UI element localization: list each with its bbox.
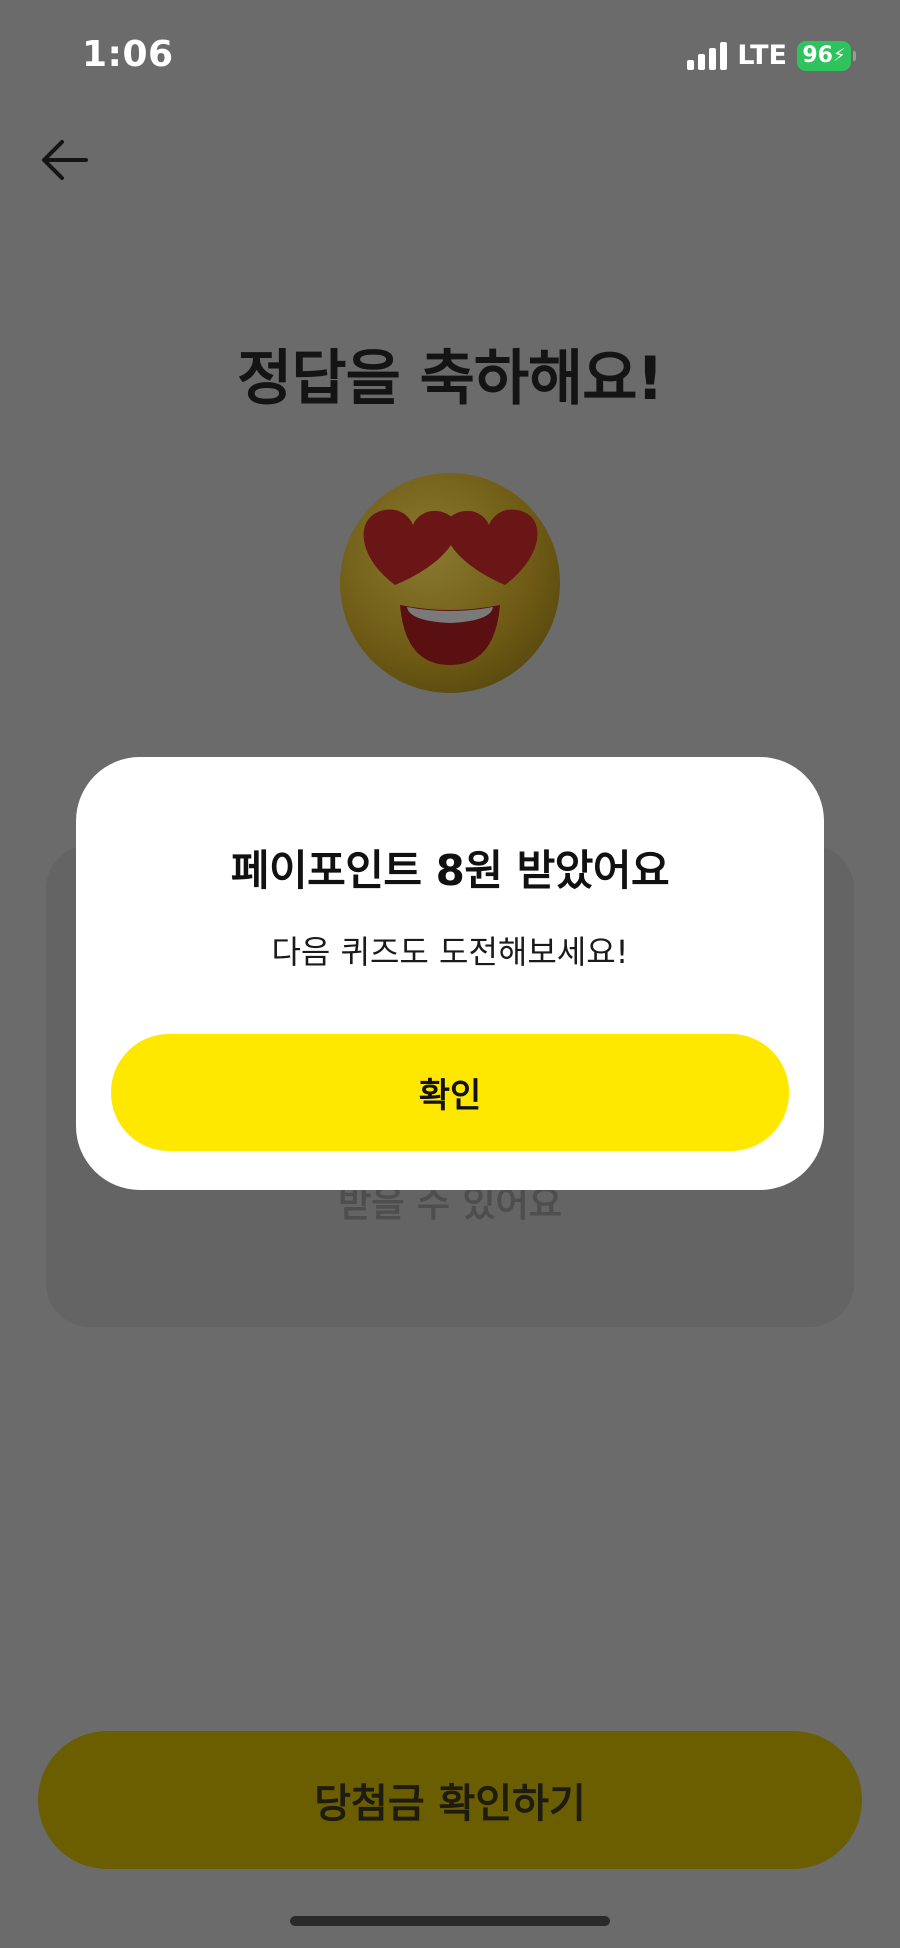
- status-time: 1:06: [82, 34, 174, 75]
- status-bar: 1:06 LTE 96 ⚡: [0, 0, 900, 110]
- status-indicators: LTE 96 ⚡: [687, 40, 856, 71]
- modal-title: 페이포인트 8원 받았어요: [230, 846, 670, 895]
- modal-subtitle: 다음 퀴즈도 도전해보세요!: [271, 933, 629, 971]
- check-winnings-button[interactable]: 당첨금 확인하기: [38, 1731, 862, 1869]
- battery-charging-icon: 96 ⚡: [797, 40, 851, 71]
- page-title: 정답을 축하해요!: [237, 344, 664, 414]
- battery-level: 96: [802, 43, 833, 68]
- home-indicator: [290, 1916, 610, 1926]
- confirm-button[interactable]: 확인: [111, 1034, 789, 1151]
- signal-icon: [687, 41, 728, 70]
- network-label: LTE: [737, 40, 787, 71]
- arrow-left-icon: [42, 140, 88, 180]
- heart-eyes-emoji-icon: [335, 465, 565, 695]
- reward-modal: 페이포인트 8원 받았어요 다음 퀴즈도 도전해보세요! 확인: [76, 757, 824, 1190]
- back-button[interactable]: [38, 136, 90, 184]
- battery-indicator: 96 ⚡: [797, 40, 856, 71]
